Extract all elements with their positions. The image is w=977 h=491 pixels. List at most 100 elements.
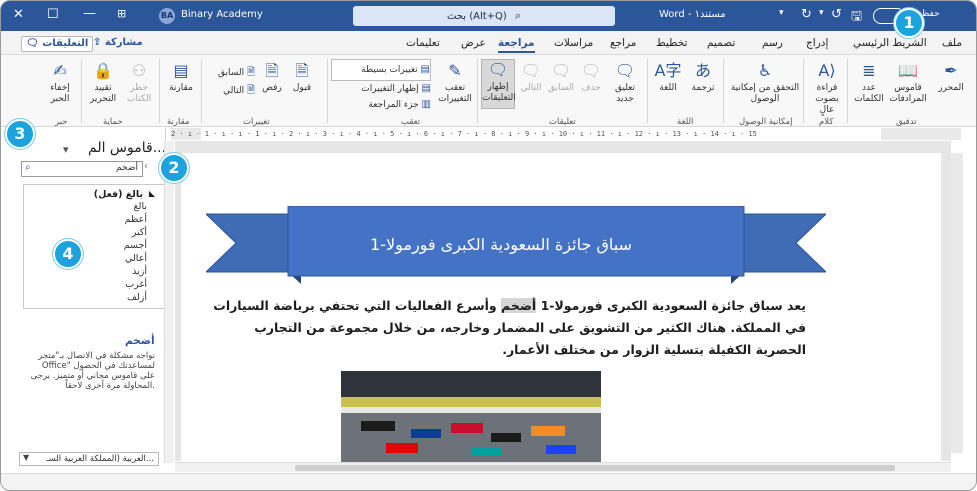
next-comment-icon: 🗨: [520, 61, 542, 80]
list-item[interactable]: أغرب: [125, 279, 147, 290]
ribbon-separator: [477, 59, 478, 123]
tab-file[interactable]: ملف: [942, 37, 962, 49]
vertical-scrollbar[interactable]: [951, 153, 963, 453]
thesaurus-search-input[interactable]: أضخم: [21, 161, 143, 177]
list-item[interactable]: أزلف: [127, 292, 147, 303]
search-box[interactable]: بحث (Alt+Q) ⌕: [353, 6, 615, 26]
tab-insert[interactable]: إدراج: [806, 37, 828, 49]
search-icon[interactable]: ⌕: [25, 162, 31, 173]
save-icon[interactable]: 🖫: [851, 7, 862, 29]
maximize-icon[interactable]: ☐: [47, 7, 59, 22]
thesaurus-label: قاموس المرادفات: [889, 83, 927, 104]
close-icon[interactable]: ✕: [13, 7, 24, 22]
callout-badge-4: 4: [53, 239, 83, 269]
read-aloud-button[interactable]: A⟩ قراءة بصوت عالٍ: [807, 61, 847, 116]
word-count-button[interactable]: ≣ عدد الكلمات: [851, 61, 887, 105]
block-authors-label: حظر الكتاب: [126, 83, 152, 104]
check-accessibility-button[interactable]: ♿ التحقق من إمكانية الوصول: [729, 61, 801, 105]
translate-button[interactable]: あ ترجمة: [685, 61, 721, 94]
previous-comment-button[interactable]: 🗨 السابق: [545, 61, 577, 94]
ribbon-separator: [327, 59, 328, 123]
chevron-down-icon[interactable]: ▼: [23, 453, 29, 462]
accessibility-icon: ♿: [757, 61, 773, 80]
show-comments-icon: 🗨: [487, 60, 509, 79]
list-item[interactable]: أعظم: [125, 214, 147, 225]
ribbon-display-icon[interactable]: ⊞: [117, 7, 126, 20]
reviewing-pane-button[interactable]: جزء المراجعة ▥: [331, 95, 431, 115]
selected-word[interactable]: أضخم: [501, 298, 537, 313]
undo-icon[interactable]: ↺: [831, 7, 842, 22]
tab-home[interactable]: الشريط الرئيسي: [853, 37, 927, 49]
block-authors-button[interactable]: ⚇ حظر الكتاب: [121, 61, 157, 105]
list-item[interactable]: أعالي: [125, 253, 147, 264]
list-item[interactable]: أكبر: [132, 227, 147, 238]
comments-button[interactable]: 🗨 التعليقات: [21, 36, 94, 52]
tab-mailings[interactable]: مراسلات: [554, 37, 593, 49]
word-window: ✕ ☐ — ⊞ BA Binary Academy بحث (Alt+Q) ⌕ …: [0, 0, 977, 491]
search-text: بحث (Alt+Q): [446, 10, 507, 22]
minimize-icon[interactable]: —: [83, 6, 96, 21]
definition-message: نواجه مشكلة في الاتصال بـ"متجر Office" ل…: [30, 351, 155, 391]
pane-options-icon[interactable]: ▾: [63, 143, 69, 156]
tab-references[interactable]: مراجع: [610, 37, 636, 49]
editor-button[interactable]: ✒ المحرر: [931, 61, 971, 94]
new-comment-button[interactable]: 🗨 تعليق جديد: [607, 61, 643, 105]
delete-comment-button[interactable]: 🗨 حذف: [577, 61, 605, 94]
undo-dropdown-icon[interactable]: ▾: [819, 8, 824, 18]
horizontal-scrollbar[interactable]: [175, 462, 951, 472]
pane-scrollbar[interactable]: [164, 141, 174, 463]
group-label-changes: تغييرات: [243, 117, 270, 127]
track-changes-button[interactable]: ✎ تعقب التغييرات: [433, 61, 477, 105]
markup-icon: ▤: [420, 64, 430, 75]
word-count-label: عدد الكلمات: [854, 83, 884, 104]
compare-button[interactable]: ▤ مقارنة: [163, 61, 199, 94]
previous-change-label: السابق: [218, 68, 245, 78]
synonym-list: بالغ (فعل) ◣ بالغ أعظم أكبر أجسم أعالي أ…: [23, 184, 166, 309]
hide-ink-icon: ✍: [53, 61, 67, 80]
restrict-editing-button[interactable]: 🔒 تقييد التحرير: [85, 61, 121, 105]
group-label-ink: حبر: [55, 117, 68, 127]
reject-button[interactable]: 🗎 رفض: [257, 61, 287, 94]
show-comments-button[interactable]: 🗨 إظهار التعليقات: [481, 59, 516, 109]
track-changes-label: تعقب التغييرات: [438, 83, 472, 104]
dictionary-language-select[interactable]: العربية (المملكة العربية السـ...: [19, 452, 159, 466]
next-comment-button[interactable]: 🗨 التالي: [517, 61, 545, 94]
list-item[interactable]: بالغ: [134, 201, 148, 212]
translate-label: ترجمة: [691, 83, 715, 93]
account-name[interactable]: Binary Academy: [181, 9, 263, 20]
definition-word: أضخم: [125, 335, 155, 347]
read-aloud-label: قراءة بصوت عالٍ: [815, 83, 839, 115]
tab-design[interactable]: تصميم: [707, 37, 735, 49]
share-button[interactable]: ⇪ مشاركة: [89, 36, 147, 52]
previous-comment-label: السابق: [547, 83, 575, 93]
back-arrow-icon[interactable]: ‹: [144, 161, 148, 172]
language-button[interactable]: A字 اللغة: [651, 61, 685, 94]
thesaurus-button[interactable]: 📖 قاموس المرادفات: [886, 61, 930, 105]
body-paragraph[interactable]: يعد سباق جائزة السعودية الكبرى فورمولا-1…: [201, 295, 806, 361]
accept-button[interactable]: 🗎 قبول: [287, 61, 317, 94]
list-item[interactable]: أزيد: [132, 266, 147, 277]
tab-layout[interactable]: تخطيط: [656, 37, 687, 49]
tab-help[interactable]: تعليمات: [406, 37, 440, 49]
share-icon: ⇪: [93, 37, 102, 48]
callout-badge-1: 1: [894, 8, 924, 38]
collapse-triangle-icon[interactable]: ◣: [149, 189, 155, 198]
hide-ink-button[interactable]: ✍ إخفاء الحبر: [41, 61, 79, 105]
customize-qat-icon[interactable]: ▾: [779, 8, 784, 18]
tab-view[interactable]: عرض: [461, 37, 486, 49]
scroll-thumb[interactable]: [295, 465, 895, 471]
synonym-group-heading[interactable]: بالغ (فعل): [94, 189, 143, 200]
simple-markup-select[interactable]: تغييرات بسيطة ▤: [331, 59, 431, 81]
new-comment-icon: 🗨: [614, 61, 636, 80]
previous-change-button[interactable]: السابق 🗎: [205, 63, 255, 83]
tab-review[interactable]: مراجعة: [498, 37, 535, 53]
restrict-editing-label: تقييد التحرير: [89, 83, 117, 104]
tab-draw[interactable]: رسم: [762, 37, 783, 49]
avatar[interactable]: BA: [159, 8, 175, 24]
redo-icon[interactable]: ↻: [801, 7, 812, 22]
next-change-button[interactable]: التالي 🗎: [205, 81, 255, 101]
horizontal-ruler[interactable]: 2 · ı · 1 · ı · ı · 1 · ı · 2 · ı · 3 · …: [171, 128, 961, 140]
list-item[interactable]: أجسم: [124, 240, 147, 251]
check-accessibility-label: التحقق من إمكانية الوصول: [730, 83, 800, 104]
compare-label: مقارنة: [169, 83, 193, 93]
